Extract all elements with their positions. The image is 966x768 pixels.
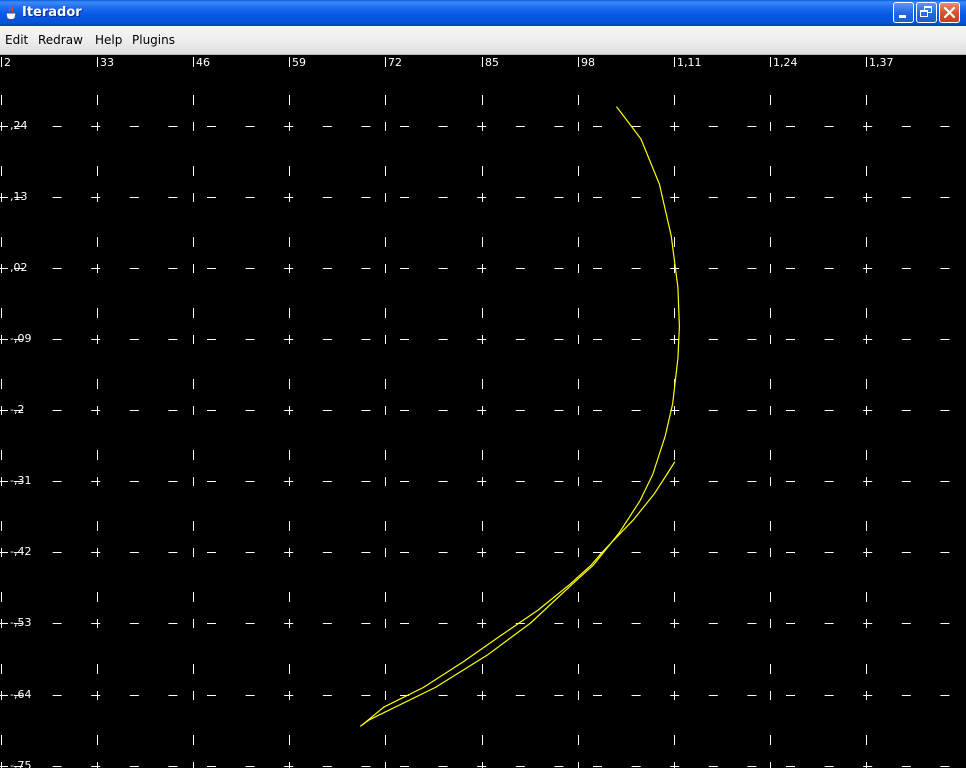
x-tick-label: 46 xyxy=(196,56,210,69)
x-tick-label: 98 xyxy=(581,56,595,69)
minimize-icon xyxy=(899,15,906,18)
menu-plugins[interactable]: Plugins xyxy=(132,32,175,48)
y-tick-label: ,13 xyxy=(10,190,28,203)
restore-button[interactable] xyxy=(916,2,937,23)
y-tick-label: -,2 xyxy=(10,403,24,416)
x-tick-label: 1,37 xyxy=(869,56,894,69)
y-tick-label: -,75 xyxy=(10,759,31,768)
curve-series-1 xyxy=(360,106,681,727)
y-tick-label: -,42 xyxy=(10,545,31,558)
x-tick-label: 1,11 xyxy=(677,56,702,69)
x-tick-label: 1,24 xyxy=(773,56,798,69)
title-bar[interactable]: Iterador xyxy=(0,0,966,26)
restore-icon-back xyxy=(920,10,928,17)
minimize-button[interactable] xyxy=(893,2,914,23)
menu-edit[interactable]: Edit xyxy=(5,32,28,48)
menu-help[interactable]: Help xyxy=(95,32,122,48)
java-cup-icon xyxy=(5,5,18,20)
close-icon xyxy=(943,6,956,19)
close-button[interactable] xyxy=(939,2,960,23)
menu-redraw[interactable]: Redraw xyxy=(38,32,83,48)
app-window: Iterador Edit Redraw Help Plugins 2 33 46 5… xyxy=(0,0,966,768)
y-tick-label: ,24 xyxy=(10,119,28,132)
x-tick-label: 59 xyxy=(292,56,306,69)
plot-canvas[interactable]: 2 33 46 59 72 85 98 1,11 1,24 1,37 ,24 ,13 ,02 -,09 -,… xyxy=(0,55,966,768)
plot-svg[interactable]: 2 33 46 59 72 85 98 1,11 1,24 1,37 ,24 ,13 ,02 -,09 -,… xyxy=(0,55,966,768)
y-tick-label: -,31 xyxy=(10,474,31,487)
window-title: Iterador xyxy=(22,5,82,20)
curve-series-2 xyxy=(360,461,676,727)
y-tick-label: -,53 xyxy=(10,616,31,629)
y-tick-label: -,09 xyxy=(10,332,31,345)
x-tick-label: 85 xyxy=(485,56,499,69)
x-tick-label: 72 xyxy=(388,56,402,69)
x-tick-label: 2 xyxy=(4,56,11,69)
menu-bar: Edit Redraw Help Plugins xyxy=(0,26,966,55)
y-tick-label: -,64 xyxy=(10,688,31,701)
y-tick-label: ,02 xyxy=(10,261,28,274)
x-tick-label: 33 xyxy=(100,56,114,69)
